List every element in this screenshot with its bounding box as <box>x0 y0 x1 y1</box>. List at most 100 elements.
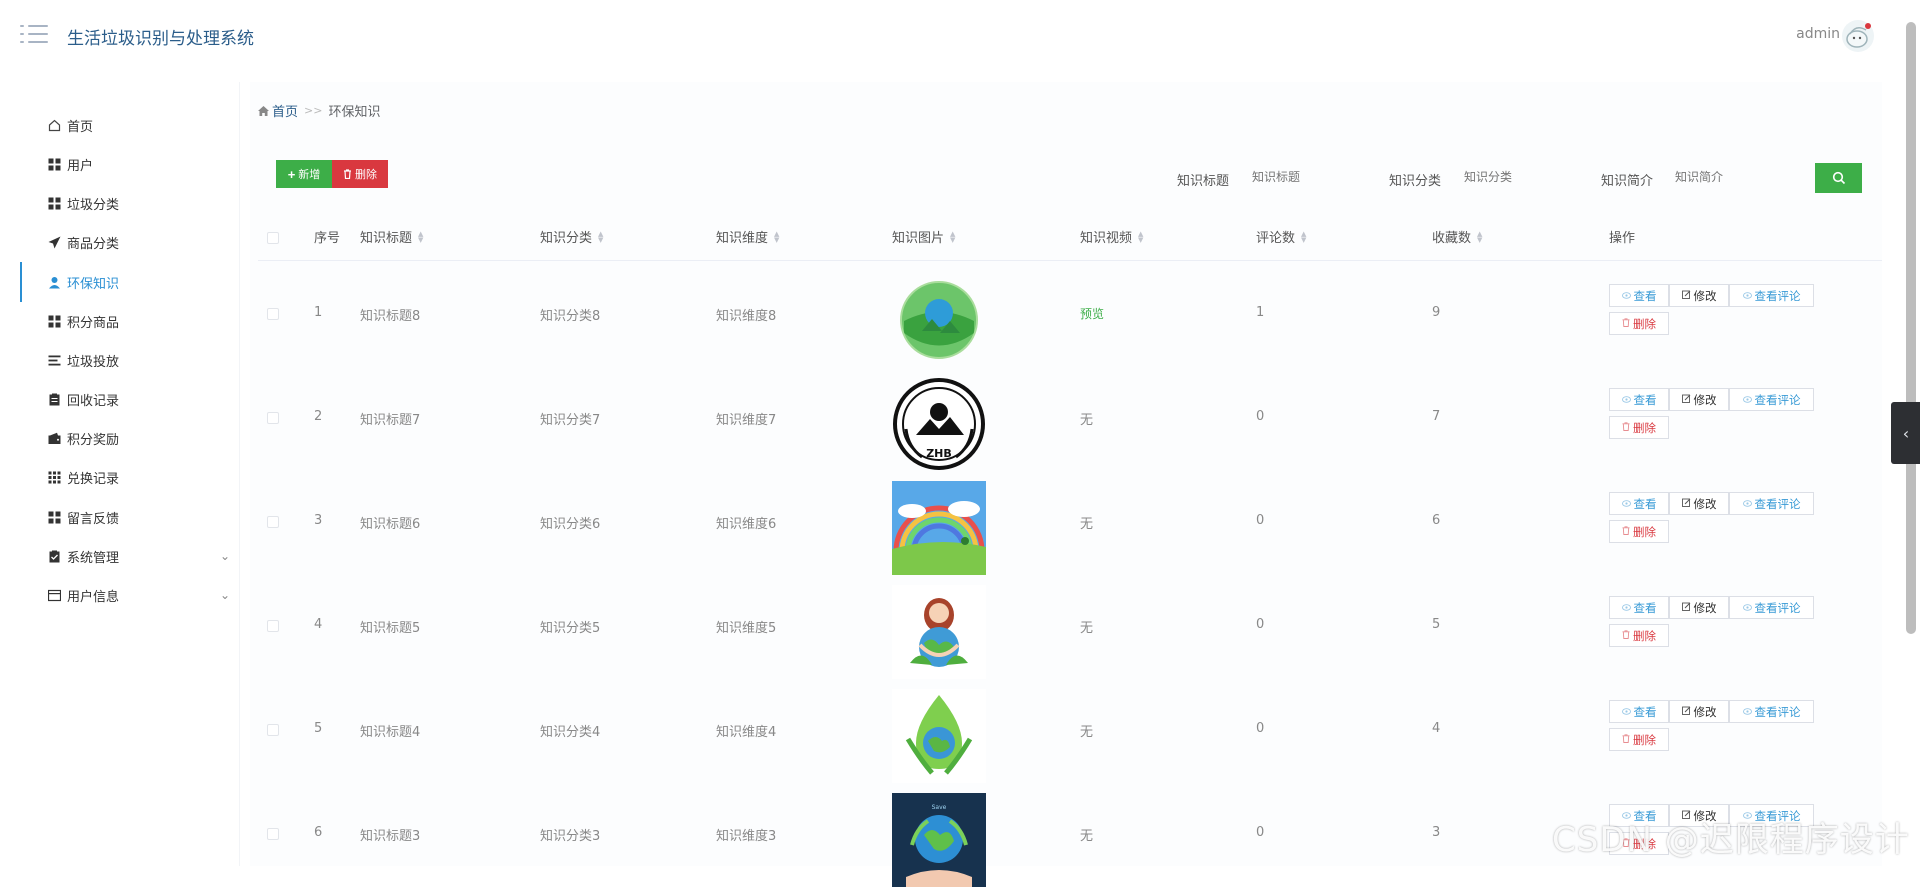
sidebar-item-3[interactable]: 商品分类 <box>20 222 230 262</box>
row-delete-button[interactable]: 删除 <box>1609 312 1669 335</box>
sidebar-item-7[interactable]: 回收记录 <box>20 379 230 419</box>
filter-category-label: 知识分类 <box>1389 174 1442 189</box>
trash-icon <box>1622 525 1630 538</box>
cell-image[interactable] <box>892 689 986 783</box>
view-button[interactable]: 查看 <box>1609 284 1669 307</box>
username[interactable]: admin <box>1796 26 1840 42</box>
edit-button-label: 修改 <box>1693 706 1717 719</box>
row-checkbox[interactable] <box>267 620 279 632</box>
column-header-image[interactable]: 知识图片 ▲ ▼ <box>892 227 955 246</box>
column-header-category[interactable]: 知识分类 ▲ ▼ <box>540 227 603 246</box>
row-checkbox[interactable] <box>267 516 279 528</box>
edit-icon <box>1681 290 1691 302</box>
sidebar-item-12[interactable]: 用户信息 ⌄ <box>20 575 230 615</box>
avatar-icon <box>1846 23 1871 48</box>
sidebar-item-10[interactable]: 留言反馈 <box>20 497 230 537</box>
sidebar-item-9[interactable]: 兑换记录 <box>20 457 230 497</box>
menu-toggle-icon[interactable] <box>20 22 48 46</box>
edit-button[interactable]: 修改 <box>1669 596 1729 619</box>
sidebar-item-2[interactable]: 垃圾分类 <box>20 183 230 223</box>
view-button[interactable]: 查看 <box>1609 596 1669 619</box>
breadcrumb-home[interactable]: 首页 <box>258 101 298 120</box>
cell-image[interactable] <box>892 585 986 679</box>
add-button[interactable]: + 新增 <box>276 160 332 188</box>
column-header-favorites[interactable]: 收藏数 ▲ ▼ <box>1432 227 1482 246</box>
sidebar-item-8[interactable]: 积分奖励 <box>20 418 230 458</box>
view-button[interactable]: 查看 <box>1609 700 1669 723</box>
view-button[interactable]: 查看 <box>1609 492 1669 515</box>
row-delete-button[interactable]: 删除 <box>1609 416 1669 439</box>
eye-icon <box>1742 706 1752 718</box>
cell-image[interactable]: Save <box>892 793 986 887</box>
column-header-title[interactable]: 知识标题 ▲ ▼ <box>360 227 423 246</box>
row-checkbox[interactable] <box>267 412 279 424</box>
row-checkbox[interactable] <box>267 724 279 736</box>
view-comments-button-label: 查看评论 <box>1754 290 1801 303</box>
edit-button[interactable]: 修改 <box>1669 284 1729 307</box>
sort-icon[interactable]: ▲ ▼ <box>1301 230 1306 243</box>
cell-video[interactable]: 预览 <box>1080 305 1104 322</box>
row-checkbox[interactable] <box>267 828 279 840</box>
view-comments-button[interactable]: 查看评论 <box>1729 596 1814 619</box>
toolbar: + 新增 删除 <box>276 160 388 188</box>
sidebar-item-label: 回收记录 <box>67 393 120 409</box>
side-panel-toggle[interactable]: ‹ <box>1891 402 1920 464</box>
column-header-dimension[interactable]: 知识维度 ▲ ▼ <box>716 227 779 246</box>
row-delete-button[interactable]: 删除 <box>1609 728 1669 751</box>
cell-category: 知识分类7 <box>540 413 601 428</box>
edit-button-label: 修改 <box>1693 290 1717 303</box>
cell-video: 无 <box>1080 725 1094 740</box>
cell-image[interactable]: ZHB <box>892 377 986 471</box>
edit-button[interactable]: 修改 <box>1669 492 1729 515</box>
row-checkbox[interactable] <box>267 308 279 320</box>
cell-category: 知识分类5 <box>540 621 601 636</box>
avatar[interactable] <box>1842 20 1874 52</box>
cell-comments: 0 <box>1256 825 1265 840</box>
row-delete-button[interactable]: 删除 <box>1609 624 1669 647</box>
column-header-comments[interactable]: 评论数 ▲ ▼ <box>1256 227 1306 246</box>
sidebar-item-5[interactable]: 积分商品 <box>20 301 230 341</box>
sidebar-item-0[interactable]: 首页 <box>20 105 230 145</box>
cell-dimension: 知识维度6 <box>716 517 777 532</box>
filter-title-input[interactable] <box>1252 162 1372 192</box>
filter-category-input[interactable] <box>1464 162 1584 192</box>
sort-icon[interactable]: ▲ ▼ <box>598 230 603 243</box>
rainbow-field-icon <box>892 481 986 579</box>
view-comments-button[interactable]: 查看评论 <box>1729 700 1814 723</box>
sort-icon[interactable]: ▲ ▼ <box>950 230 955 243</box>
cell-index: 3 <box>314 513 323 528</box>
scrollbar-thumb[interactable] <box>1906 22 1916 634</box>
sidebar-item-11[interactable]: 系统管理 ⌄ <box>20 536 230 576</box>
filter-intro-input[interactable] <box>1675 162 1795 192</box>
table-header: 序号 知识标题 ▲ ▼ 知识分类 ▲ ▼ 知识维度 ▲ ▼ 知识图片 ▲ ▼ 知识视频 ▲ ▼ 评论… <box>258 215 1882 261</box>
cell-image[interactable] <box>892 481 986 575</box>
trash-icon <box>1622 629 1630 642</box>
column-header-video[interactable]: 知识视频 ▲ ▼ <box>1080 227 1143 246</box>
view-comments-button[interactable]: 查看评论 <box>1729 388 1814 411</box>
sort-icon[interactable]: ▲ ▼ <box>418 230 423 243</box>
select-all-checkbox[interactable] <box>267 232 279 244</box>
search-button[interactable] <box>1815 163 1862 193</box>
cell-image[interactable] <box>892 273 986 367</box>
wallet-icon <box>47 431 61 445</box>
sort-icon[interactable]: ▲ ▼ <box>774 230 779 243</box>
cell-title: 知识标题3 <box>360 829 421 844</box>
apps-icon <box>47 470 61 484</box>
delete-button[interactable]: 删除 <box>332 160 388 188</box>
row-delete-button[interactable]: 删除 <box>1609 520 1669 543</box>
view-comments-button[interactable]: 查看评论 <box>1729 284 1814 307</box>
edit-button[interactable]: 修改 <box>1669 388 1729 411</box>
edit-button-label: 修改 <box>1693 602 1717 615</box>
sort-icon[interactable]: ▲ ▼ <box>1477 230 1482 243</box>
sidebar-item-6[interactable]: 垃圾投放 <box>20 340 230 380</box>
sidebar-item-1[interactable]: 用户 <box>20 144 230 184</box>
view-button-label: 查看 <box>1633 498 1657 511</box>
sidebar-item-4[interactable]: 环保知识 <box>20 262 230 302</box>
view-comments-button[interactable]: 查看评论 <box>1729 492 1814 515</box>
view-button[interactable]: 查看 <box>1609 388 1669 411</box>
sidebar-item-label: 用户信息 <box>67 589 120 605</box>
edit-button[interactable]: 修改 <box>1669 700 1729 723</box>
column-header-index: 序号 <box>314 227 340 246</box>
sort-icon[interactable]: ▲ ▼ <box>1138 230 1143 243</box>
breadcrumb: 首页 >> 环保知识 <box>258 101 380 120</box>
